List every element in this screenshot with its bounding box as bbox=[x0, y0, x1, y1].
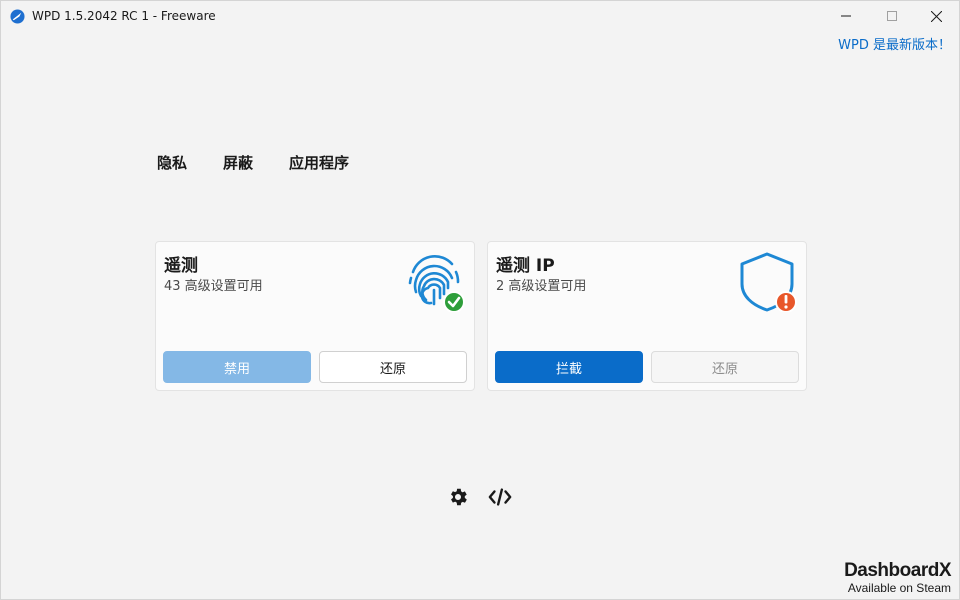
card-title: 遥测 bbox=[164, 256, 198, 276]
close-icon bbox=[930, 10, 942, 22]
shield-warning-icon bbox=[740, 252, 797, 312]
card-subtitle: 43 高级设置可用 bbox=[164, 279, 263, 294]
window-title: WPD 1.5.2042 RC 1 - Freeware bbox=[32, 9, 216, 23]
maximize-icon bbox=[887, 11, 897, 21]
main-tabs: 隐私 屏蔽 应用程序 bbox=[157, 152, 385, 173]
watermark-brand: DashboardX bbox=[844, 560, 951, 581]
code-icon bbox=[488, 488, 512, 506]
developer-button[interactable] bbox=[488, 485, 512, 509]
tab-blocking[interactable]: 屏蔽 bbox=[223, 152, 253, 173]
app-window: WPD 1.5.2042 RC 1 - Freeware WPD 是最新版本！ … bbox=[0, 0, 960, 600]
tab-apps[interactable]: 应用程序 bbox=[289, 152, 349, 173]
minimize-button[interactable] bbox=[823, 1, 869, 31]
title-bar[interactable]: WPD 1.5.2042 RC 1 - Freeware bbox=[1, 1, 959, 31]
card-title: 遥测 IP bbox=[496, 256, 555, 276]
watermark-subtitle: Available on Steam bbox=[847, 581, 951, 595]
settings-button[interactable] bbox=[446, 485, 470, 509]
watermark: DashboardX Available on Steam bbox=[844, 560, 951, 596]
disable-button[interactable]: 禁用 bbox=[163, 351, 311, 383]
maximize-button[interactable] bbox=[869, 1, 915, 31]
update-status-link[interactable]: WPD 是最新版本！ bbox=[838, 34, 951, 53]
card-telemetry: 遥测 43 高级设置可用 禁用 还原 bbox=[155, 241, 475, 391]
card-telemetry-ip: 遥测 IP 2 高级设置可用 拦截 还原 bbox=[487, 241, 807, 391]
restore-button[interactable]: 还原 bbox=[651, 351, 799, 383]
tab-privacy[interactable]: 隐私 bbox=[157, 152, 187, 173]
minimize-icon bbox=[841, 15, 851, 17]
block-button[interactable]: 拦截 bbox=[495, 351, 643, 383]
fingerprint-check-icon bbox=[408, 255, 465, 312]
restore-button[interactable]: 还原 bbox=[319, 351, 467, 383]
card-subtitle: 2 高级设置可用 bbox=[496, 279, 587, 294]
close-button[interactable] bbox=[913, 1, 959, 31]
app-logo-icon bbox=[10, 9, 25, 24]
gear-icon bbox=[451, 488, 467, 506]
